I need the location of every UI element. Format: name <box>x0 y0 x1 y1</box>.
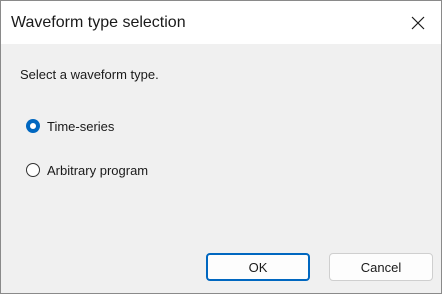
radio-button-checked[interactable] <box>26 119 40 133</box>
ok-button[interactable]: OK <box>206 253 310 281</box>
radio-option-time-series[interactable]: Time-series <box>26 117 114 135</box>
close-button[interactable] <box>395 1 441 44</box>
radio-button-unchecked[interactable] <box>26 163 40 177</box>
title-bar: Waveform type selection <box>1 1 441 44</box>
cancel-button[interactable]: Cancel <box>329 253 433 281</box>
radio-label-arbitrary-program[interactable]: Arbitrary program <box>47 163 148 178</box>
dialog-title: Waveform type selection <box>11 14 186 31</box>
radio-option-arbitrary-program[interactable]: Arbitrary program <box>26 161 148 179</box>
radio-label-time-series[interactable]: Time-series <box>47 119 114 134</box>
waveform-type-dialog: Waveform type selection Select a wavefor… <box>0 0 442 294</box>
close-icon <box>411 16 425 29</box>
prompt-text: Select a waveform type. <box>20 67 159 82</box>
